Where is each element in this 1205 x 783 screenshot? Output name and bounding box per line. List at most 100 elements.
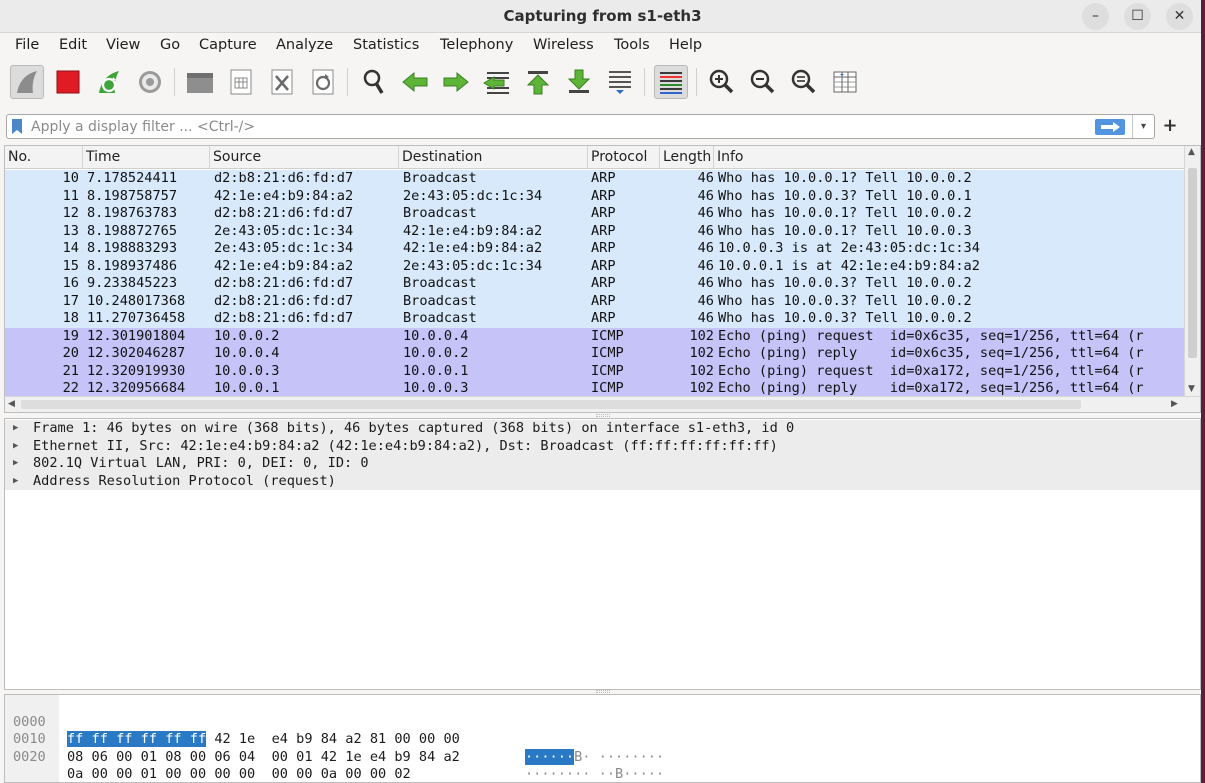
packet-cell-source: d2:b8:21:d6:fd:d7 <box>214 275 354 291</box>
close-button[interactable]: ✕ <box>1166 3 1193 30</box>
scroll-down-icon[interactable]: ▼ <box>1188 384 1195 394</box>
packet-cell-time: 12.320919930 <box>87 362 186 379</box>
packet-cell-protocol: ARP <box>591 292 616 309</box>
packet-cell-length: 102 <box>689 345 714 361</box>
find-packet-icon[interactable] <box>357 65 391 99</box>
menu-analyze[interactable]: Analyze <box>276 37 333 53</box>
menu-edit[interactable]: Edit <box>59 37 87 53</box>
stop-capture-icon[interactable] <box>51 65 85 99</box>
packet-list-horizontal-scrollbar[interactable]: ◀ ▶ <box>5 396 1200 412</box>
auto-scroll-icon[interactable] <box>603 65 637 99</box>
display-filter-input[interactable] <box>29 116 1089 137</box>
expand-arrow-icon[interactable]: ▶ <box>13 455 18 473</box>
menu-go[interactable]: Go <box>160 37 180 53</box>
packet-row[interactable]: 18 11.270736458 d2:b8:21:d6:fd:d7 Broadcast… <box>5 310 1185 328</box>
packet-cell-protocol: ARP <box>591 275 616 291</box>
column-header-info[interactable]: Info <box>714 146 1185 169</box>
zoom-in-icon[interactable] <box>705 65 739 99</box>
column-header-no[interactable]: No. <box>5 146 83 169</box>
column-header-length[interactable]: Length <box>660 146 714 169</box>
packet-cell-destination: Broadcast <box>403 170 477 186</box>
packet-list: No. Time Source Destination Protocol Len… <box>4 145 1201 413</box>
save-file-icon[interactable] <box>224 65 258 99</box>
packet-row[interactable]: 12 8.198763783 d2:b8:21:d6:fd:d7 Broadcast A… <box>5 205 1185 223</box>
packet-cell-no: 13 <box>62 222 79 239</box>
packet-row[interactable]: 22 12.320956684 10.0.0.1 10.0.0.3 ICMP 102 Ech… <box>5 380 1185 398</box>
scroll-up-icon[interactable]: ▲ <box>1188 147 1195 157</box>
hex-row[interactable]: 0010 08 06 00 01 08 00 06 04 00 01 42 1e… <box>5 714 1200 782</box>
maximize-button[interactable]: ☐ <box>1124 3 1151 30</box>
detail-row-ethernet[interactable]: ▶ Ethernet II, Src: 42:1e:e4:b9:84:a2 (4… <box>5 437 1200 456</box>
go-last-icon[interactable] <box>562 65 596 99</box>
scroll-left-icon[interactable]: ◀ <box>8 399 15 409</box>
zoom-out-icon[interactable] <box>746 65 780 99</box>
apply-filter-button[interactable] <box>1095 119 1125 135</box>
open-file-icon[interactable] <box>183 65 217 99</box>
menu-capture[interactable]: Capture <box>199 37 257 53</box>
menu-wireless[interactable]: Wireless <box>533 37 594 53</box>
hex-row[interactable]: 0020 0a 00 00 01 00 00 00 00 00 00 0a 00… <box>5 731 1200 783</box>
hex-row[interactable]: 0000 ff ff ff ff ff ff 42 1e e4 b9 84 a2… <box>5 696 1200 765</box>
menu-help[interactable]: Help <box>669 37 702 53</box>
packet-cell-time: 8.198758757 <box>87 187 178 204</box>
packet-cell-source: 10.0.0.2 <box>214 327 280 344</box>
menu-tools[interactable]: Tools <box>614 37 650 53</box>
column-header-destination[interactable]: Destination <box>399 146 588 169</box>
scroll-thumb[interactable] <box>1188 168 1197 358</box>
colorize-icon[interactable] <box>654 65 688 99</box>
packet-cell-length: 46 <box>697 170 714 186</box>
packet-row[interactable]: 10 7.178524411 d2:b8:21:d6:fd:d7 Broadcast A… <box>5 170 1185 188</box>
capture-options-gear-icon[interactable] <box>133 65 167 99</box>
packet-row[interactable]: 14 8.198883293 2e:43:05:dc:1c:34 42:1e:e4:b… <box>5 240 1185 258</box>
restart-capture-icon[interactable] <box>92 65 126 99</box>
scroll-right-icon[interactable]: ▶ <box>1171 399 1178 409</box>
packet-cell-no: 21 <box>62 362 79 379</box>
toolbar-separator <box>696 68 697 96</box>
add-filter-button[interactable]: + <box>1160 113 1180 139</box>
packet-cell-length: 102 <box>689 380 714 396</box>
detail-row-arp[interactable]: ▶ Address Resolution Protocol (request) <box>5 472 1200 491</box>
column-header-protocol[interactable]: Protocol <box>588 146 660 169</box>
detail-row-frame[interactable]: ▶ Frame 1: 46 bytes on wire (368 bits), … <box>5 420 1200 438</box>
packet-row[interactable]: 17 10.248017368 d2:b8:21:d6:fd:d7 Broadcast… <box>5 292 1185 310</box>
shark-fin-start-icon[interactable] <box>10 65 44 99</box>
resize-columns-icon[interactable] <box>828 65 862 99</box>
zoom-normal-icon[interactable] <box>787 65 821 99</box>
chevron-down-icon[interactable]: ▾ <box>1132 115 1154 138</box>
packet-row[interactable]: 16 9.233845223 d2:b8:21:d6:fd:d7 Broadcast A… <box>5 275 1185 293</box>
go-to-packet-icon[interactable] <box>480 65 514 99</box>
column-header-source[interactable]: Source <box>210 146 399 169</box>
pane-splitter[interactable] <box>596 690 610 693</box>
minimize-button[interactable]: – <box>1082 3 1109 30</box>
scroll-thumb[interactable] <box>21 400 1081 409</box>
detail-row-vlan[interactable]: ▶ 802.1Q Virtual LAN, PRI: 0, DEI: 0, ID… <box>5 455 1200 473</box>
packet-row[interactable]: 19 12.301901804 10.0.0.2 10.0.0.4 ICMP 102 Ech… <box>5 327 1185 345</box>
packet-row[interactable]: 11 8.198758757 42:1e:e4:b9:84:a2 2e:43:05:d… <box>5 187 1185 205</box>
packet-row[interactable]: 13 8.198872765 2e:43:05:dc:1c:34 42:1e:e4:b… <box>5 222 1185 240</box>
expand-arrow-icon[interactable]: ▶ <box>13 438 18 456</box>
packet-cell-time: 7.178524411 <box>87 170 178 186</box>
reload-file-icon[interactable] <box>306 65 340 99</box>
packet-cell-info: Echo (ping) request id=0xa172, seq=1/256… <box>718 362 1144 379</box>
menu-view[interactable]: View <box>106 37 140 53</box>
packet-row[interactable]: 21 12.320919930 10.0.0.3 10.0.0.1 ICMP 102 Ech… <box>5 362 1185 380</box>
column-header-time[interactable]: Time <box>83 146 210 169</box>
packet-row[interactable]: 15 8.198937486 42:1e:e4:b9:84:a2 2e:43:05:d… <box>5 257 1185 275</box>
packet-cell-length: 102 <box>689 327 714 344</box>
menu-file[interactable]: File <box>15 37 39 53</box>
packet-cell-info: Echo (ping) reply id=0x6c35, seq=1/256, … <box>718 345 1144 361</box>
bookmark-icon[interactable] <box>12 119 22 134</box>
packet-cell-length: 46 <box>697 222 714 239</box>
expand-arrow-icon[interactable]: ▶ <box>13 473 18 491</box>
go-forward-icon[interactable] <box>439 65 473 99</box>
toolbar-separator <box>347 68 348 96</box>
packet-row[interactable]: 20 12.302046287 10.0.0.4 10.0.0.2 ICMP 102 Ech… <box>5 345 1185 363</box>
menu-statistics[interactable]: Statistics <box>353 37 419 53</box>
packet-list-vertical-scrollbar[interactable]: ▲ ▼ <box>1184 146 1200 398</box>
close-file-icon[interactable] <box>265 65 299 99</box>
expand-arrow-icon[interactable]: ▶ <box>13 420 18 438</box>
menu-telephony[interactable]: Telephony <box>440 37 513 53</box>
pane-splitter[interactable] <box>596 414 610 417</box>
go-first-icon[interactable] <box>521 65 555 99</box>
go-back-icon[interactable] <box>398 65 432 99</box>
